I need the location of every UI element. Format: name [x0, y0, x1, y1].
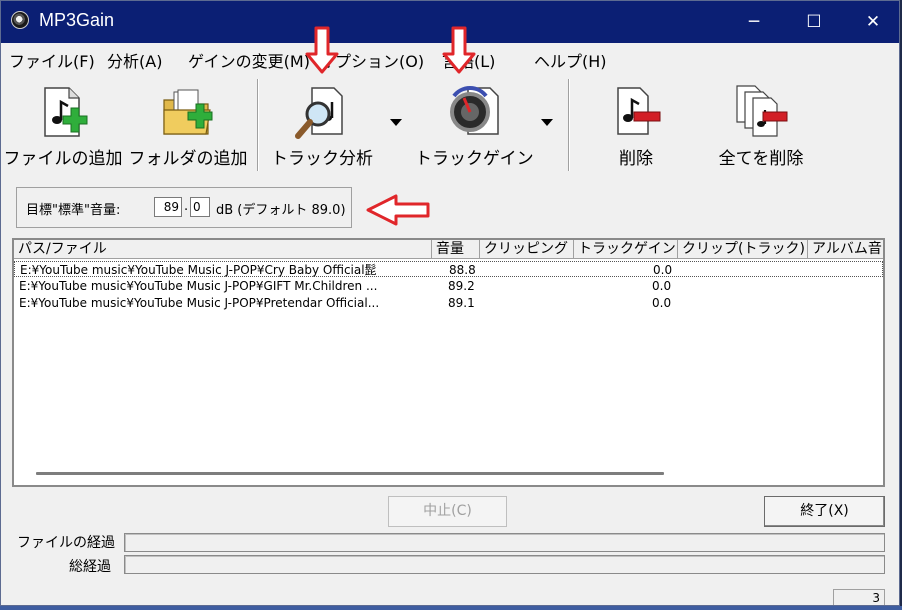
row-path: E:¥YouTube music¥YouTube Music J-POP¥Pre… [19, 296, 380, 310]
table-row[interactable]: E:¥YouTube music¥YouTube Music J-POP¥GIF… [14, 278, 883, 294]
delete-all-label: 全てを削除 [718, 149, 804, 169]
decimal-point: . [184, 199, 189, 214]
mp3gain-app-icon [11, 11, 29, 29]
row-track-gain: 0.0 [653, 263, 673, 277]
delete-all-icon [736, 85, 788, 137]
track-analysis-icon [295, 87, 343, 139]
table-row[interactable]: E:¥YouTube music¥YouTube Music J-POP¥Cry… [14, 261, 883, 277]
delete-label: 削除 [619, 149, 653, 169]
row-path: E:¥YouTube music¥YouTube Music J-POP¥GIF… [19, 279, 378, 293]
track-gain-label: トラックゲイン [415, 149, 534, 169]
file-count: 3 [833, 589, 885, 605]
add-folder-label: フォルダの追加 [128, 149, 248, 169]
taskbar-edge [0, 606, 902, 610]
file-progress-label: ファイルの経過 [17, 535, 115, 551]
column-header-path[interactable]: パス/ファイル [14, 240, 432, 259]
column-header-clipping[interactable]: クリッピング [480, 240, 574, 259]
menu-analysis[interactable]: 分析(A) [107, 48, 162, 72]
row-track-gain: 0.0 [652, 279, 672, 293]
menu-options[interactable]: オプション(O) [319, 48, 424, 72]
row-volume: 88.8 [449, 263, 476, 277]
track-gain-icon [450, 86, 499, 135]
track-analysis-button[interactable]: トラック分析 [263, 74, 381, 174]
add-folder-button[interactable]: フォルダの追加 [127, 74, 249, 174]
add-file-label: ファイルの追加 [3, 149, 123, 169]
row-volume: 89.1 [448, 296, 475, 310]
menu-help[interactable]: ヘルプ(H) [534, 48, 607, 72]
file-list[interactable]: パス/ファイル 音量 クリッピング トラックゲイン クリップ(トラック) アルバ… [12, 238, 885, 487]
delete-button[interactable]: 削除 [589, 74, 683, 174]
abort-button[interactable]: 中止(C) [388, 496, 507, 527]
window-title: MP3Gain [39, 10, 115, 30]
row-path: E:¥YouTube music¥YouTube Music J-POP¥Cry… [20, 263, 377, 277]
track-analysis-label: トラック分析 [271, 149, 373, 169]
toolbar-separator [257, 79, 259, 171]
target-volume-integer-input[interactable]: 89 [154, 197, 182, 217]
status-bar: 3 [1, 589, 899, 605]
menu-bar: ファイル(F) 分析(A) ゲインの変更(M) オプション(O) 言語(L) ヘ… [1, 43, 899, 73]
horizontal-scrollbar[interactable] [36, 472, 664, 475]
row-track-gain: 0.0 [652, 296, 672, 310]
column-header-album-volume[interactable]: アルバム音 [808, 240, 883, 259]
close-button[interactable]: ✕ [844, 1, 899, 43]
column-header-track-gain[interactable]: トラックゲイン [574, 240, 678, 259]
target-volume-group: 目標"標準"音量: 89 . 0 dB (デフォルト 89.0) [16, 187, 352, 228]
app-window: MP3Gain ─ ☐ ✕ ファイル(F) 分析(A) ゲインの変更(M) オプ… [0, 0, 900, 606]
delete-icon [617, 87, 661, 135]
file-progress-bar [124, 533, 885, 552]
total-progress-bar [124, 555, 885, 574]
toolbar-separator [568, 79, 570, 171]
exit-button[interactable]: 終了(X) [764, 496, 885, 527]
column-header-volume[interactable]: 音量 [432, 240, 480, 259]
maximize-button[interactable]: ☐ [785, 1, 843, 43]
menu-language[interactable]: 言語(L) [442, 48, 495, 72]
row-volume: 89.2 [448, 279, 475, 293]
add-folder-icon [163, 89, 213, 135]
add-file-button[interactable]: ファイルの追加 [3, 74, 123, 174]
target-volume-unit: dB (デフォルト 89.0) [216, 203, 346, 218]
title-bar[interactable]: MP3Gain ─ ☐ ✕ [1, 1, 899, 43]
delete-all-button[interactable]: 全てを削除 [701, 74, 821, 174]
menu-file[interactable]: ファイル(F) [9, 48, 95, 72]
toolbar: ファイルの追加 フォルダの追加 トラック分析 トラックゲイン 削除 全てを削除 [1, 74, 899, 176]
minimize-button[interactable]: ─ [725, 1, 783, 43]
column-header-clip-track[interactable]: クリップ(トラック) [678, 240, 808, 259]
add-file-icon [44, 87, 88, 137]
menu-gain-change[interactable]: ゲインの変更(M) [188, 48, 310, 72]
total-progress-label: 総経過 [69, 559, 111, 575]
target-volume-label: 目標"標準"音量: [26, 203, 121, 218]
track-gain-button[interactable]: トラックゲイン [415, 74, 534, 174]
track-gain-dropdown-icon[interactable] [541, 119, 553, 126]
track-analysis-dropdown-icon[interactable] [390, 119, 402, 126]
target-volume-decimal-input[interactable]: 0 [190, 197, 210, 217]
table-row[interactable]: E:¥YouTube music¥YouTube Music J-POP¥Pre… [14, 295, 883, 311]
